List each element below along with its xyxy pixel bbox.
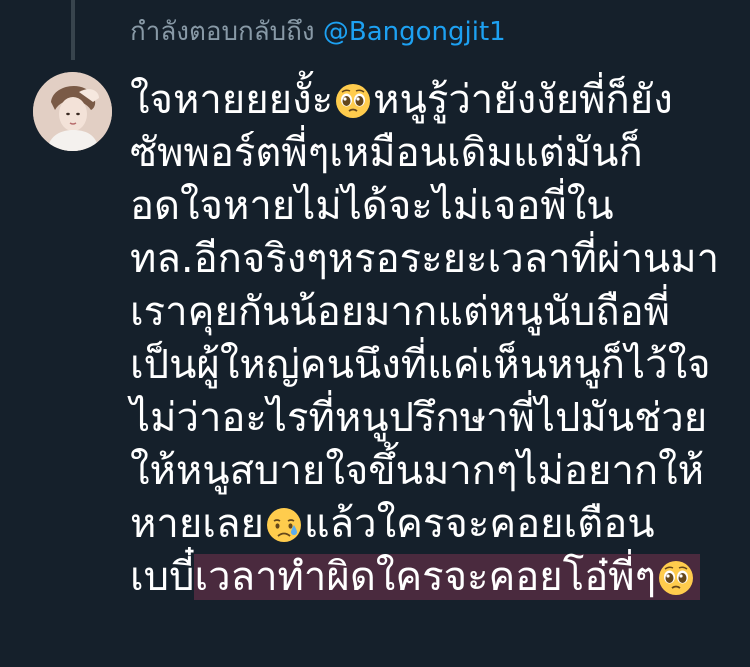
sad-relieved-face-emoji-icon	[266, 504, 302, 542]
tweet-line-3: อดใจหายไม่ได้จะไม่เจอพี่ใน	[130, 183, 614, 229]
tweet-line-1: ใจหายยยงั้ะ หนูรู้ว่ายังงัยพี่ก็ยัง	[130, 74, 740, 127]
tweet-text-segment: ใจหายยยงั้ะ	[130, 77, 334, 123]
pleading-face-emoji-icon	[335, 80, 371, 118]
tweet-line-4: ทล.อีกจริงๆหรอระยะเวลาที่ผ่านมา	[130, 236, 720, 282]
tweet-line-5: เราคุยกันน้อยมากแต่หนูนับถือพี่	[130, 289, 671, 335]
tweet-line-8: ให้หนูสบายใจขึ้นมากๆไม่อยากให้	[130, 448, 705, 494]
tweet-text-segment: เบบี๋	[130, 554, 195, 600]
tweet-text-segment: แล้วใครจะคอยเตือน	[303, 501, 655, 547]
tweet-line-10: เบบี๋เวลาทำผิดใครจะคอยโอ๋พี่ๆ	[130, 551, 740, 604]
tweet-text-segment: หายเลย	[130, 501, 264, 547]
profile-avatar-icon	[33, 72, 112, 151]
tweet-line-7: ไม่ว่าอะไรที่หนูปรึกษาพี่ไปมันช่วย	[130, 395, 708, 441]
reply-prefix: กำลังตอบกลับถึง	[130, 17, 315, 47]
thread-connector-line	[71, 0, 75, 60]
tweet-line-6: เป็นผู้ใหญ่คนนึงที่แค่เห็นหนูก็ไว้ใจ	[130, 342, 711, 388]
tweet-text-segment: เวลาทำผิดใครจะคอยโอ๋พี่ๆ	[194, 554, 657, 600]
tweet-text: ใจหายยยงั้ะ หนูรู้ว่ายังงัยพี่ก็ยัง ซัพพอ…	[130, 74, 740, 604]
reply-context: กำลังตอบกลับถึง @Bangongjit1	[130, 14, 506, 50]
reply-handle-link[interactable]: @Bangongjit1	[323, 17, 506, 47]
tweet-line-9: หายเลย แล้วใครจะคอยเตือน	[130, 498, 740, 551]
pleading-face-emoji-icon	[658, 557, 694, 595]
tweet-line-2: ซัพพอร์ตพี่ๆเหมือนเดิมแต่มันก็	[130, 130, 643, 176]
tweet-text-segment: หนูรู้ว่ายังงัยพี่ก็ยัง	[373, 77, 673, 123]
avatar[interactable]	[33, 72, 112, 151]
highlighted-text: เวลาทำผิดใครจะคอยโอ๋พี่ๆ	[194, 554, 701, 600]
